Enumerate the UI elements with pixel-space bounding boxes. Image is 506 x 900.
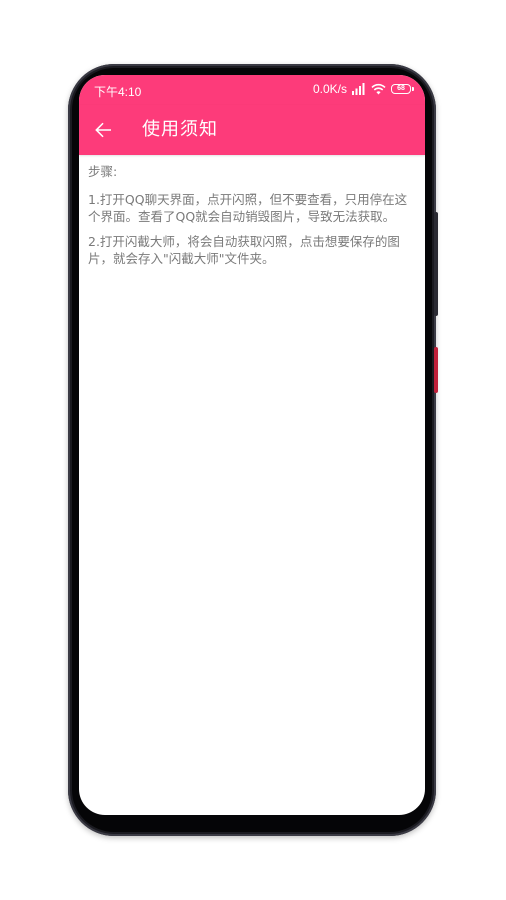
battery-icon: 68 [391,84,414,94]
instructions: 步骤: 1.打开QQ聊天界面，点开闪照，但不要查看，只用停在这个界面。查看了QQ… [88,163,418,275]
power-button [434,212,438,316]
wifi-icon [371,83,386,95]
steps-heading: 步骤: [88,164,118,179]
screen: 下午4:10 0.0K/s 68 使用须知 步骤: 1.打开QQ聊天界面，点开闪… [79,75,425,815]
step-1-text: 1.打开QQ聊天界面，点开闪照，但不要查看，只用停在这个界面。查看了QQ就会自动… [88,192,408,224]
status-bar: 下午4:10 0.0K/s 68 [79,75,425,105]
step-2-text: 2.打开闪截大师，将会自动获取闪照，点击想要保存的图片，就会存入"闪截大师"文件… [88,234,400,266]
status-time: 下午4:10 [94,85,142,99]
app-bar: 使用须知 [79,105,425,155]
volume-button [434,347,438,393]
network-speed: 0.0K/s [312,82,347,96]
signal-icon [352,83,365,95]
back-button[interactable] [91,118,115,142]
stage: 下午4:10 0.0K/s 68 使用须知 步骤: 1.打开QQ聊天界面，点开闪… [0,0,506,900]
page-title: 使用须知 [142,119,218,140]
status-indicators: 0.0K/s 68 [312,82,414,96]
